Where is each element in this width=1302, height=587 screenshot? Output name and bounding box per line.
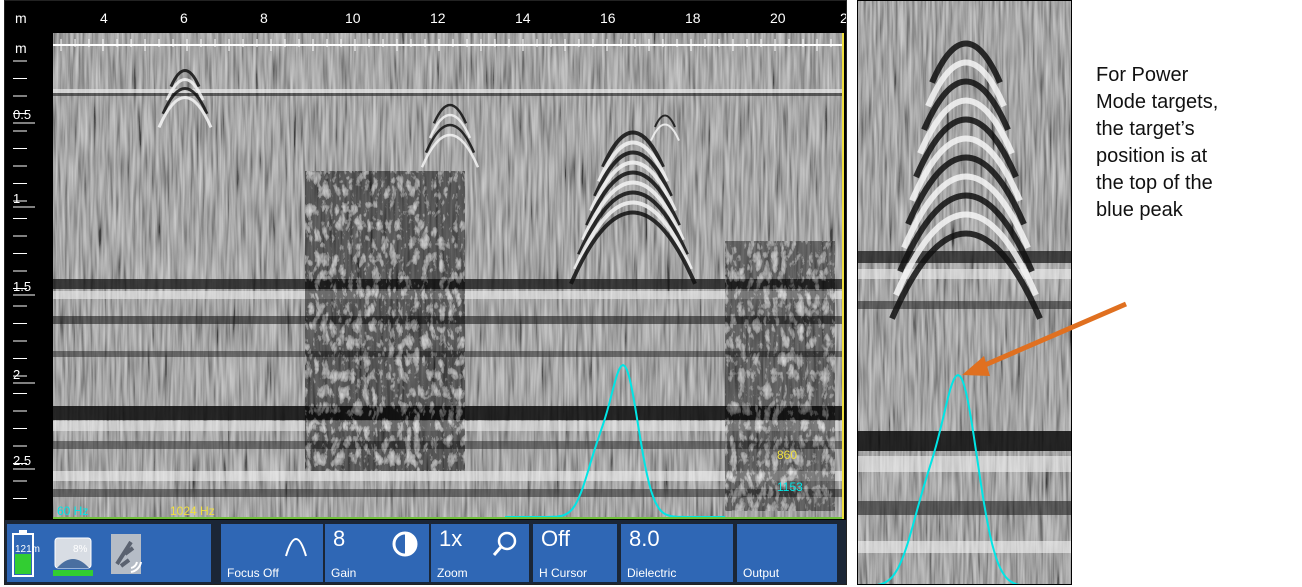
- reflection-band: [858, 301, 1071, 309]
- x-tick-label: 14: [515, 10, 531, 26]
- zoom-canvas: [858, 1, 1071, 584]
- h-cursor-value: Off: [541, 526, 570, 551]
- gain-button[interactable]: 8 Gain: [325, 524, 431, 582]
- reflection-band: [53, 471, 843, 481]
- zoom-texture: [858, 1, 1071, 584]
- status-icons: 121m 8%: [12, 530, 142, 577]
- caption-line: Mode targets,: [1096, 91, 1219, 113]
- x-tick-label: 2: [840, 10, 847, 26]
- reflection-band: [53, 489, 843, 497]
- status-button[interactable]: 121m 8%: [7, 524, 213, 582]
- frequency-60hz: 60 Hz: [57, 504, 88, 518]
- bottom-toolbar: 121m 8% Focus Off 8 Gain 1x Zoom Off H C…: [5, 520, 846, 584]
- scatter-zone-center: [305, 171, 465, 471]
- left-ruler: [5, 33, 53, 519]
- zoom-button[interactable]: 1x Zoom: [431, 524, 531, 582]
- reflection-band: [858, 251, 1071, 263]
- readout-860: 860: [777, 448, 797, 462]
- reflection-band: [858, 456, 1071, 472]
- focus-button[interactable]: Focus Off: [221, 524, 325, 582]
- h-cursor-button[interactable]: Off H Cursor: [533, 524, 619, 582]
- zoom-value: 1x: [439, 526, 463, 551]
- top-ruler: [5, 1, 846, 33]
- y-unit-label: m: [15, 40, 27, 56]
- x-tick-label: 12: [430, 10, 446, 26]
- radargram-main-view[interactable]: 4 6 8 10 12 14 16 18 20 2 0.5 1 1.5 2 2.5 m m 60 Hz 1…: [4, 0, 847, 585]
- x-tick-label: 20: [770, 10, 786, 26]
- readout-1153: 1153: [777, 480, 803, 494]
- x-tick-label: 6: [180, 10, 188, 26]
- reflection-band: [858, 541, 1071, 553]
- reflection-band: [858, 501, 1071, 515]
- focus-label: Focus Off: [227, 566, 279, 580]
- reflection-band: [858, 269, 1071, 279]
- y-tick-label: 2.5: [13, 453, 31, 468]
- annotation-caption: For Power Mode targets, the target’s pos…: [1096, 62, 1302, 224]
- x-tick-label: 16: [600, 10, 616, 26]
- gps-satellite-icon: [111, 534, 142, 574]
- caption-line: For Power: [1096, 64, 1189, 86]
- reflection-band: [858, 431, 1071, 451]
- hyperbola-focus-icon: [285, 538, 307, 557]
- gain-value: 8: [333, 526, 346, 551]
- zoom-label: Zoom: [437, 566, 468, 580]
- caption-line: position is at: [1096, 145, 1208, 167]
- x-unit-label: m: [15, 10, 27, 26]
- output-button[interactable]: Output: [737, 524, 839, 582]
- battery-label: 121m: [15, 544, 40, 555]
- h-cursor-label: H Cursor: [539, 566, 588, 580]
- output-label: Output: [743, 566, 780, 580]
- dielectric-label: Dielectric: [627, 566, 677, 580]
- caption-line: the target’s: [1096, 118, 1195, 140]
- magnifier-icon: [492, 531, 517, 556]
- y-tick-label: 1.5: [13, 279, 31, 294]
- gain-label: Gain: [331, 566, 357, 580]
- y-tick-label: 2: [13, 367, 20, 382]
- scatter-zone-right: [725, 241, 835, 511]
- x-tick-label: 10: [345, 10, 361, 26]
- x-tick-label: 4: [100, 10, 108, 26]
- frequency-1024hz: 1024 Hz: [170, 504, 215, 518]
- radargram-zoom-view: [857, 0, 1072, 585]
- signal-percent: 8%: [73, 544, 88, 555]
- y-tick-label: 1: [13, 191, 20, 206]
- caption-line: blue peak: [1096, 199, 1183, 221]
- caption-line: the top of the: [1096, 172, 1213, 194]
- x-tick-label: 18: [685, 10, 701, 26]
- radargram-canvas[interactable]: 4 6 8 10 12 14 16 18 20 2 0.5 1 1.5 2 2.5 m m 60 Hz 1…: [5, 1, 847, 585]
- x-tick-label: 8: [260, 10, 268, 26]
- contrast-icon: [392, 531, 418, 557]
- y-tick-label: 0.5: [13, 107, 31, 122]
- dielectric-button[interactable]: 8.0 Dielectric: [621, 524, 735, 582]
- dielectric-value: 8.0: [629, 526, 660, 551]
